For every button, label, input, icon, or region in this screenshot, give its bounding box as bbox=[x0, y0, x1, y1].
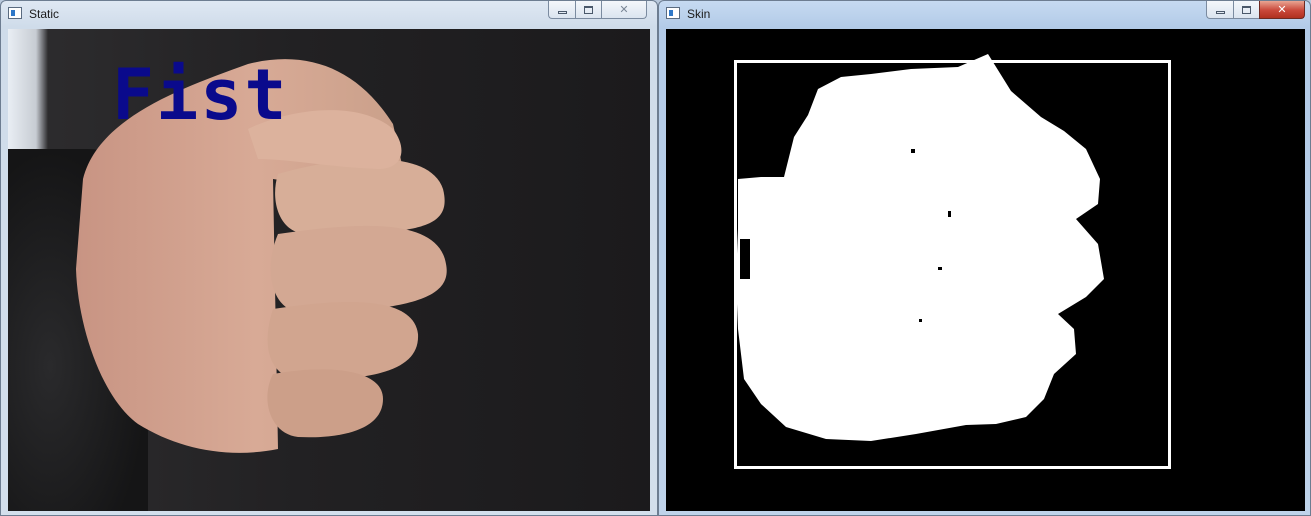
static-client-area: Fist bbox=[8, 29, 650, 511]
skin-titlebar[interactable]: Skin ✕ bbox=[659, 1, 1310, 27]
close-button[interactable]: ✕ bbox=[1259, 1, 1305, 19]
window-app-icon[interactable] bbox=[8, 7, 22, 19]
finger-3 bbox=[267, 301, 419, 381]
close-button[interactable]: ✕ bbox=[601, 1, 647, 19]
close-icon: ✕ bbox=[619, 3, 629, 16]
finger-2 bbox=[270, 225, 447, 314]
maximize-button[interactable] bbox=[575, 1, 601, 19]
camera-frame: Fist bbox=[8, 29, 650, 511]
roi-bounding-box bbox=[734, 60, 1171, 469]
minimize-icon bbox=[1215, 11, 1225, 14]
maximize-button[interactable] bbox=[1233, 1, 1259, 19]
minimize-icon bbox=[557, 11, 567, 14]
static-titlebar[interactable]: Static ✕ bbox=[1, 1, 657, 27]
skin-window[interactable]: Skin ✕ bbox=[658, 0, 1311, 516]
maximize-icon bbox=[584, 5, 593, 14]
skin-mask-frame bbox=[666, 29, 1305, 511]
minimize-button[interactable] bbox=[548, 1, 575, 19]
gesture-label-overlay: Fist bbox=[112, 54, 289, 136]
static-caption-buttons: ✕ bbox=[548, 1, 647, 20]
fist-image bbox=[76, 59, 447, 453]
finger-4 bbox=[267, 369, 383, 438]
skin-caption-buttons: ✕ bbox=[1206, 1, 1305, 20]
finger-1 bbox=[275, 159, 445, 234]
static-window[interactable]: Static ✕ Fist bbox=[0, 0, 658, 516]
minimize-button[interactable] bbox=[1206, 1, 1233, 19]
skin-client-area bbox=[666, 29, 1305, 511]
skin-window-title: Skin bbox=[687, 7, 711, 21]
window-app-icon[interactable] bbox=[666, 7, 680, 19]
static-window-title: Static bbox=[29, 7, 60, 21]
maximize-icon bbox=[1242, 5, 1251, 14]
close-icon: ✕ bbox=[1277, 3, 1287, 16]
